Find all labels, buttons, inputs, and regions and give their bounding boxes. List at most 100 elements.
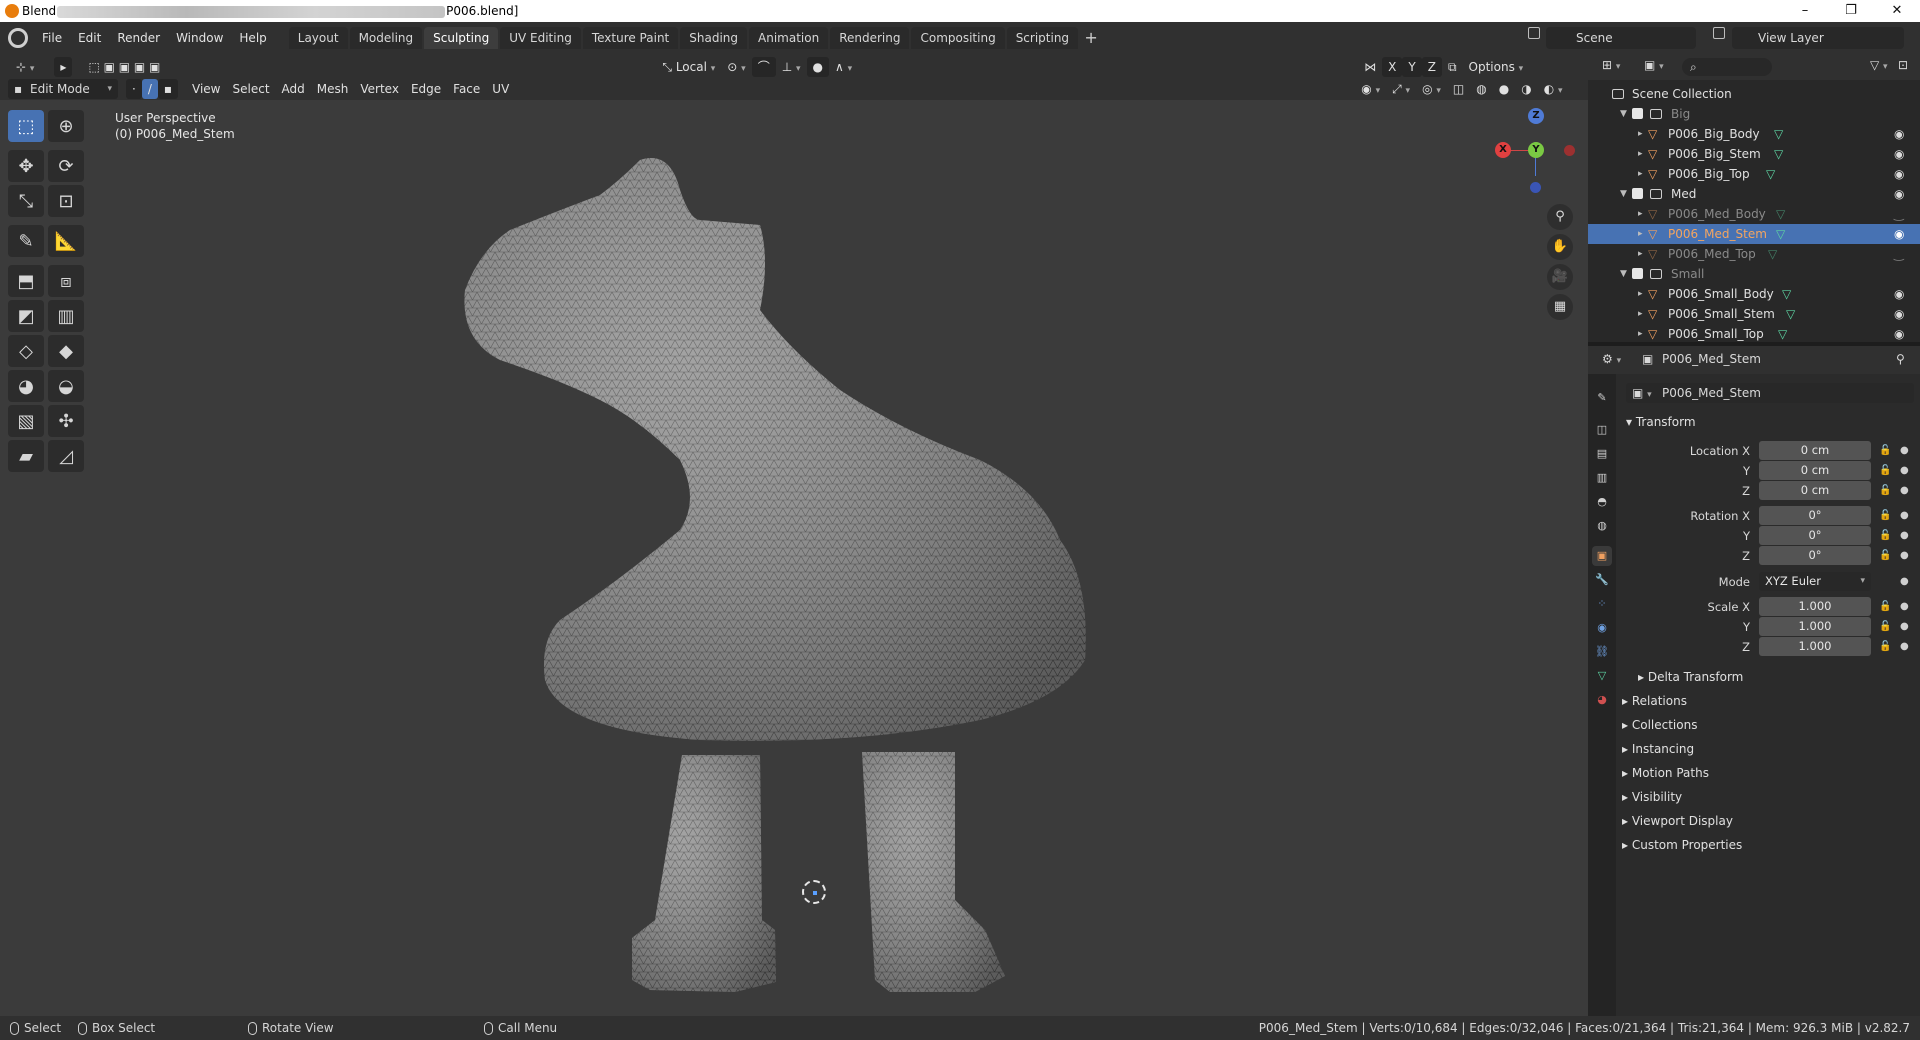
lock-icon[interactable]: 🔓 — [1879, 465, 1891, 476]
scene-icon[interactable] — [1528, 27, 1540, 39]
tab-modeling[interactable]: Modeling — [349, 27, 423, 49]
proportional-edit-icon[interactable]: ● — [806, 57, 829, 77]
rotation-mode-select[interactable]: XYZ Euler ▾ — [1759, 572, 1871, 591]
3d-viewport[interactable]: User Perspective (0) P006_Med_Stem ⬚ ⊕ ✥… — [0, 100, 1588, 1016]
lock-icon[interactable]: 🔓 — [1879, 550, 1891, 561]
keyframe-dot-icon[interactable]: ● — [1900, 510, 1909, 521]
outliner-row-object[interactable]: ▸ ▽ P006_Big_Top ▽ ◉ — [1588, 164, 1920, 184]
solid-shading-icon[interactable]: ● — [1493, 79, 1515, 99]
lock-icon[interactable]: 🔓 — [1879, 601, 1891, 612]
axis-x-toggle[interactable]: X — [1382, 57, 1403, 77]
lock-icon[interactable]: 🔓 — [1879, 621, 1891, 632]
axis-z-toggle[interactable]: Z — [1421, 57, 1442, 77]
menu-uv[interactable]: UV — [486, 79, 515, 99]
material-shading-icon[interactable]: ◑ — [1515, 79, 1537, 99]
view-layer-icon[interactable] — [1713, 27, 1725, 39]
select-mode-icons[interactable]: ⬚ ▣ ▣ ▣ ▣ — [82, 57, 166, 77]
lock-icon[interactable]: 🔓 — [1879, 485, 1891, 496]
keyframe-dot-icon[interactable]: ● — [1900, 601, 1909, 612]
particles-tab-icon[interactable]: ⁘ — [1592, 594, 1612, 614]
scene-tab-icon[interactable]: ◓ — [1592, 492, 1612, 512]
tool-tab-icon[interactable]: ✎ — [1592, 388, 1612, 408]
gizmo-y-axis[interactable]: Y — [1528, 142, 1544, 158]
auto-merge-icon[interactable]: ⧉ — [1442, 57, 1463, 77]
scale-x-field[interactable]: 1.000 — [1759, 597, 1871, 616]
mesh-object[interactable] — [0, 100, 1588, 1016]
eye-icon[interactable]: ◉ — [1894, 304, 1904, 324]
gizmo-z-axis[interactable]: Z — [1528, 108, 1544, 124]
keyframe-dot-icon[interactable]: ● — [1900, 485, 1909, 496]
object-name-field[interactable]: ▣ ▾ P006_Med_Stem — [1626, 383, 1914, 403]
physics-tab-icon[interactable]: ◉ — [1592, 618, 1612, 638]
tab-layout[interactable]: Layout — [288, 27, 348, 49]
outliner-row-object[interactable]: ▸ ▽ P006_Med_Top ▽ ‿ — [1588, 244, 1920, 264]
render-tab-icon[interactable]: ◫ — [1592, 420, 1612, 440]
keyframe-dot-icon[interactable]: ● — [1900, 465, 1909, 476]
navigation-gizmo[interactable]: Z X Y — [1490, 108, 1575, 193]
wireframe-shading-icon[interactable]: ◍ — [1470, 79, 1492, 99]
view-layer-tab-icon[interactable]: ▥ — [1592, 468, 1612, 488]
outliner-editor-icon[interactable]: ⊞ ▾ — [1602, 58, 1620, 72]
eye-icon[interactable]: ◉ — [1894, 144, 1904, 164]
material-tab-icon[interactable]: ◕ — [1592, 690, 1612, 710]
minimize-button[interactable]: – — [1782, 0, 1828, 22]
eye-icon[interactable]: ◉ — [1894, 324, 1904, 344]
tab-rendering[interactable]: Rendering — [830, 27, 910, 49]
view-layer-selector[interactable]: View Layer — [1732, 27, 1904, 49]
motion-paths-panel[interactable]: ▸ Motion Paths — [1622, 766, 1709, 780]
tab-shading[interactable]: Shading — [680, 27, 747, 49]
tab-scripting[interactable]: Scripting — [1006, 27, 1079, 49]
filter-icon[interactable]: ▽ ▾ — [1870, 58, 1888, 72]
outliner-row-object[interactable]: ▸ ▽ P006_Small_Body ▽ ◉ — [1588, 284, 1920, 304]
scene-selector[interactable]: Scene — [1546, 27, 1696, 49]
keyframe-dot-icon[interactable]: ● — [1900, 445, 1909, 456]
menu-file[interactable]: File — [34, 27, 70, 49]
relations-panel[interactable]: ▸ Relations — [1622, 694, 1687, 708]
menu-render[interactable]: Render — [109, 27, 168, 49]
checkbox-icon[interactable] — [1632, 188, 1643, 199]
menu-vertex[interactable]: Vertex — [354, 79, 405, 99]
outliner-row-collection-med[interactable]: ▼ Med ◉ — [1588, 184, 1920, 204]
eye-icon[interactable]: ◉ — [1894, 164, 1904, 184]
eye-icon[interactable]: ◉ — [1894, 284, 1904, 304]
outliner-row-collection-big[interactable]: ▼ Big — [1588, 104, 1920, 124]
ortho-grid-icon[interactable]: ▦ — [1547, 294, 1573, 320]
blender-menu-icon[interactable] — [8, 28, 28, 48]
visibility-icon[interactable]: ◉ ▾ — [1355, 79, 1386, 99]
rotation-y-field[interactable]: 0° — [1759, 526, 1871, 545]
lock-icon[interactable]: 🔓 — [1879, 530, 1891, 541]
keyframe-dot-icon[interactable]: ● — [1900, 550, 1909, 561]
tab-compositing[interactable]: Compositing — [911, 27, 1005, 49]
gizmo-x-axis[interactable]: X — [1495, 142, 1511, 158]
lock-icon[interactable]: 🔓 — [1879, 445, 1891, 456]
3d-cursor-icon[interactable] — [802, 880, 826, 904]
gizmo-toggle-icon[interactable]: ⤢ ▾ — [1386, 79, 1416, 99]
snap-icon[interactable]: ⌒ — [751, 57, 776, 77]
menu-view[interactable]: View — [186, 79, 226, 99]
custom-properties-panel[interactable]: ▸ Custom Properties — [1622, 838, 1742, 852]
eye-closed-icon[interactable]: ‿ — [1894, 204, 1904, 224]
tab-sculpting[interactable]: Sculpting — [424, 27, 499, 49]
eye-icon[interactable]: ◉ — [1894, 124, 1904, 144]
location-x-field[interactable]: 0 cm — [1759, 441, 1871, 460]
outliner-row-collection-small[interactable]: ▼ Small — [1588, 264, 1920, 284]
keyframe-dot-icon[interactable]: ● — [1900, 530, 1909, 541]
camera-view-icon[interactable]: 🎥 — [1547, 264, 1573, 290]
menu-face[interactable]: Face — [447, 79, 486, 99]
data-tab-icon[interactable]: ▽ — [1592, 666, 1612, 686]
new-collection-icon[interactable]: ⊡ — [1898, 58, 1908, 72]
outliner-row-object[interactable]: ▸ ▽ P006_Small_Top ▽ ◉ — [1588, 324, 1920, 344]
rotation-x-field[interactable]: 0° — [1759, 506, 1871, 525]
keyframe-dot-icon[interactable]: ● — [1900, 641, 1909, 652]
rotation-z-field[interactable]: 0° — [1759, 546, 1871, 565]
outliner-row-object[interactable]: ▸ ▽ P006_Med_Body ▽ ‿ — [1588, 204, 1920, 224]
scale-z-field[interactable]: 1.000 — [1759, 637, 1871, 656]
outliner-row-object[interactable]: ▸ ▽ P006_Big_Stem ▽ ◉ — [1588, 144, 1920, 164]
menu-select[interactable]: Select — [227, 79, 276, 99]
zoom-icon[interactable]: ⚲ — [1547, 204, 1573, 230]
menu-edge[interactable]: Edge — [405, 79, 447, 99]
object-tab-icon[interactable]: ▣ — [1592, 546, 1612, 566]
xray-icon[interactable]: ◫ — [1447, 79, 1470, 99]
tab-animation[interactable]: Animation — [749, 27, 829, 49]
lock-icon[interactable]: 🔓 — [1879, 641, 1891, 652]
